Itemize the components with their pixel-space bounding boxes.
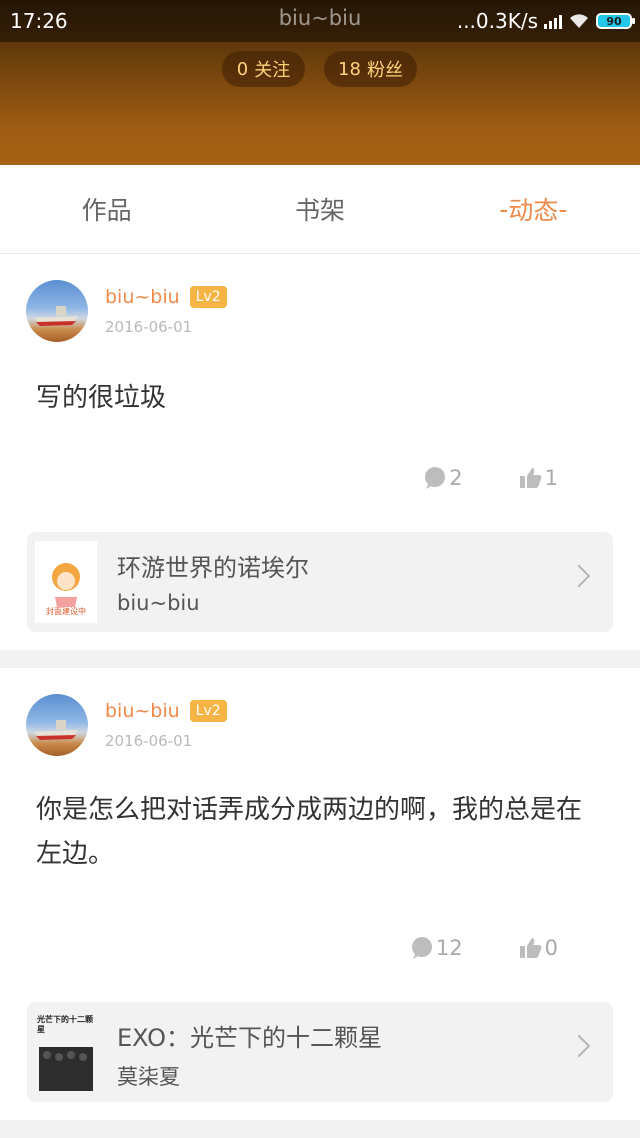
book-title: EXO：光芒下的十二颗星: [117, 1024, 382, 1052]
like-button[interactable]: 1: [519, 466, 558, 490]
battery-icon: 90: [596, 13, 635, 29]
avatar[interactable]: [26, 694, 88, 756]
comment-button[interactable]: 2: [423, 466, 463, 490]
book-author: 莫柒夏: [117, 1065, 180, 1089]
chevron-right-icon: [567, 564, 591, 588]
level-badge: Lv2: [189, 700, 227, 722]
post-card: biu~biu Lv2 2016-06-01 你是怎么把对话弄成分成两边的啊，我…: [0, 668, 640, 1120]
follow-count: 0: [236, 58, 249, 80]
username[interactable]: biu~biu: [105, 286, 180, 308]
fans-label: 粉丝: [366, 60, 403, 81]
follow-count-button[interactable]: 0 关注: [222, 51, 305, 87]
fans-count: 18: [338, 58, 361, 80]
comment-icon: [411, 937, 432, 959]
like-count: 0: [544, 936, 558, 960]
like-button[interactable]: 0: [519, 936, 558, 960]
username[interactable]: biu~biu: [105, 700, 180, 722]
fans-count-button[interactable]: 18 粉丝: [324, 51, 417, 87]
list-divider: [0, 1120, 640, 1138]
tab-works[interactable]: 作品: [0, 165, 213, 253]
tab-activity[interactable]: 动态: [427, 165, 640, 253]
status-bar: 17:26 biu~biu ...0.3K/s 90: [0, 0, 640, 42]
post-date: 2016-06-01: [105, 732, 193, 750]
boat-icon: [34, 306, 78, 326]
tab-bookshelf[interactable]: 书架: [213, 165, 426, 253]
post-card: biu~biu Lv2 2016-06-01 写的很垃圾 2 1 封面建设中 环…: [0, 254, 640, 650]
post-date: 2016-06-01: [105, 318, 193, 336]
comment-count: 12: [435, 936, 463, 960]
thumbs-up-icon: [519, 468, 541, 488]
tab-bar: 作品 书架 动态: [0, 165, 640, 254]
profile-header: 17:26 biu~biu ...0.3K/s 90 0 关注 18 粉丝: [0, 0, 640, 165]
status-icons: ...0.3K/s 90: [456, 9, 635, 33]
comment-button[interactable]: 12: [410, 936, 463, 960]
chevron-right-icon: [567, 1034, 591, 1058]
network-speed: ...0.3K/s: [456, 9, 538, 33]
cover-text: 光芒下的十二颗星: [37, 1015, 93, 1034]
post-content: 写的很垃圾: [36, 383, 167, 413]
post-stats: 12 0: [410, 936, 558, 960]
post-author: biu~biu Lv2: [105, 700, 227, 722]
post-stats: 2 1: [423, 466, 558, 490]
post-content: 你是怎么把对话弄成分成两边的啊，我的总是在左边。: [36, 795, 583, 870]
book-title: 环游世界的诺埃尔: [117, 554, 309, 582]
book-card[interactable]: 光芒下的十二颗星 EXO：光芒下的十二颗星 莫柒夏: [27, 1002, 613, 1102]
wifi-icon: [570, 14, 588, 28]
comment-count: 2: [449, 466, 463, 490]
cover-text: 封面建设中: [46, 607, 86, 616]
boat-icon: [34, 720, 78, 740]
book-cover: 光芒下的十二颗星: [35, 1011, 97, 1093]
post-author: biu~biu Lv2: [105, 286, 227, 308]
follow-label: 关注: [254, 60, 291, 81]
comment-icon: [425, 467, 446, 489]
like-count: 1: [544, 466, 558, 490]
book-cover: 封面建设中: [35, 541, 97, 623]
avatar[interactable]: [26, 280, 88, 342]
book-card[interactable]: 封面建设中 环游世界的诺埃尔 biu~biu: [27, 532, 613, 632]
thumbs-up-icon: [519, 938, 541, 958]
signal-icon: [544, 13, 562, 29]
book-author: biu~biu: [117, 591, 200, 615]
level-badge: Lv2: [189, 286, 227, 308]
